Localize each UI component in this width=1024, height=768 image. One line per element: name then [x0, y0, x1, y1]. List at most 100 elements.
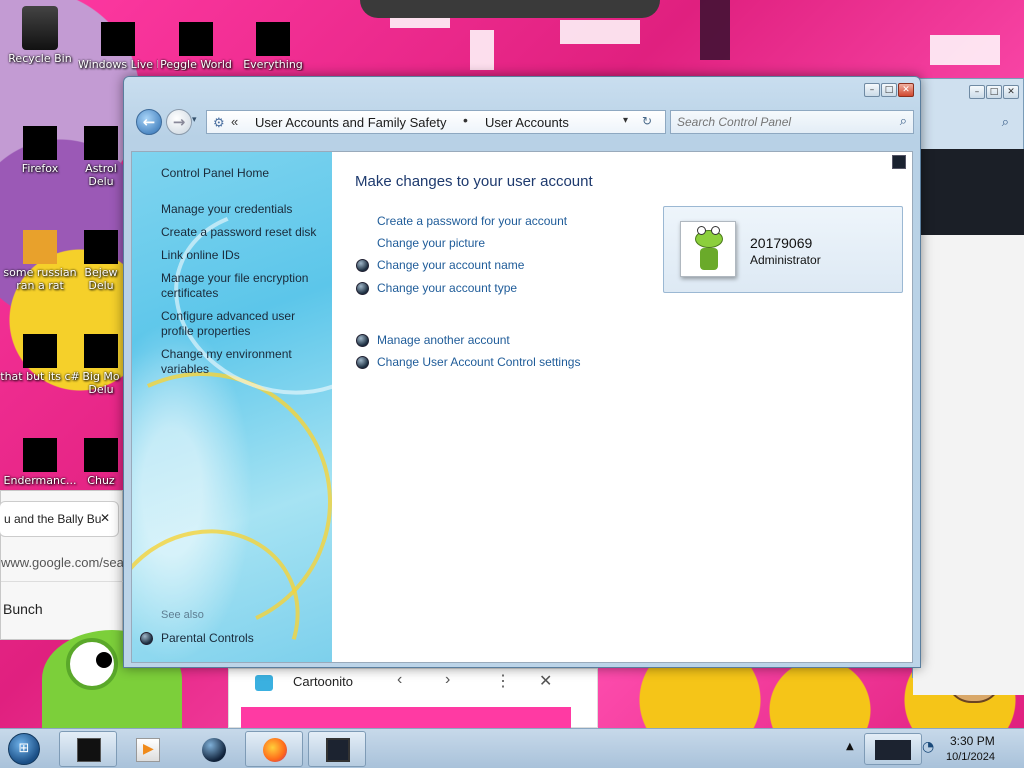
back-button[interactable]: ←: [136, 109, 162, 135]
forward-button[interactable]: →: [166, 109, 192, 135]
taskbar-button-media-player[interactable]: ▶: [118, 731, 176, 767]
desktop-icon-peggle-world[interactable]: Peggle World: [156, 22, 236, 71]
taskbar: ⊞ ▶ ▲ ◔ 3:30 PM 10/1/2024: [0, 728, 1024, 768]
game-icon: [84, 230, 118, 264]
desktop-icon-windows-live[interactable]: Windows Live Ma: [78, 22, 158, 71]
desktop-icon-firefox[interactable]: Firefox: [0, 126, 80, 175]
account-role: Administrator: [750, 253, 821, 267]
desktop-icon-recycle-bin[interactable]: Recycle Bin: [0, 6, 80, 65]
video-thumbnail-strip: [241, 707, 571, 728]
clock-time[interactable]: 3:30 PM: [950, 734, 995, 748]
configure-profile-properties-link[interactable]: Configure advanced user profile properti…: [161, 309, 326, 339]
desktop-icon-astrol[interactable]: Astrol Delu: [78, 126, 124, 188]
change-uac-settings-link[interactable]: Change User Account Control settings: [377, 355, 580, 369]
search-input[interactable]: [677, 114, 887, 130]
background-window-caption-buttons: – □ ✕: [969, 85, 1019, 99]
desktop-icon-bejeweled[interactable]: Bejew Delu: [78, 230, 124, 292]
window-caption-buttons: – □ ✕: [864, 83, 914, 97]
desktop-icon-label: Bejew Delu: [84, 266, 118, 292]
chevron-left-icon[interactable]: ‹: [397, 671, 402, 689]
black-window-icon: [77, 738, 101, 762]
desktop-icon-russian-rat[interactable]: some russian ran a rat: [0, 230, 80, 292]
parental-controls-link[interactable]: Parental Controls: [161, 631, 326, 646]
show-hidden-icons-icon[interactable]: ▲: [846, 741, 854, 752]
control-panel-home-link[interactable]: Control Panel Home: [161, 166, 326, 181]
parental-controls-shield-icon: [140, 632, 153, 645]
desktop-icon-endermanc[interactable]: Endermanc...: [0, 438, 80, 487]
browser-tab[interactable]: u and the Bally Bu ✕: [0, 501, 119, 537]
taskbar-button-firefox[interactable]: [245, 731, 303, 767]
maximize-button[interactable]: □: [881, 83, 897, 97]
taskbar-button-black-window[interactable]: [59, 731, 117, 767]
maximize-button[interactable]: □: [986, 85, 1002, 99]
frog-avatar-body: [700, 248, 718, 270]
browser-url[interactable]: www.google.com/sear: [1, 555, 128, 570]
left-navigation-pane: Control Panel Home Manage your credentia…: [132, 152, 332, 662]
close-icon[interactable]: ✕: [100, 511, 110, 525]
globe-icon: [202, 738, 226, 762]
close-button[interactable]: ✕: [1003, 85, 1019, 99]
desktop-icon-that-but-csharp[interactable]: that but its c#: [0, 334, 80, 383]
refresh-icon[interactable]: ↻: [642, 114, 652, 128]
minimize-button[interactable]: –: [864, 83, 880, 97]
create-password-link[interactable]: Create a password for your account: [377, 214, 567, 228]
change-account-name-link[interactable]: Change your account name: [377, 258, 524, 272]
minimize-button[interactable]: –: [969, 85, 985, 99]
link-online-ids-link[interactable]: Link online IDs: [161, 248, 326, 263]
control-panel-icon: ⚙: [213, 115, 225, 130]
manage-encryption-certificates-link[interactable]: Manage your file encryption certificates: [161, 271, 326, 301]
create-password-reset-disk-link[interactable]: Create a password reset disk: [161, 225, 326, 240]
more-options-icon[interactable]: ⋮: [495, 671, 511, 691]
change-environment-variables-link[interactable]: Change my environment variables: [161, 347, 326, 377]
wallpaper-pixel-art: [700, 0, 730, 60]
shield-globe-icon: [356, 356, 369, 369]
search-icon[interactable]: ⌕: [1002, 115, 1009, 130]
help-icon[interactable]: [892, 155, 906, 169]
tray-thumbnail-button[interactable]: [864, 733, 922, 765]
clock-date[interactable]: 10/1/2024: [946, 751, 995, 763]
page-title: Make changes to your user account: [355, 173, 593, 190]
desktop-icon-label: Recycle Bin: [8, 52, 72, 65]
manage-another-account-link[interactable]: Manage another account: [377, 333, 510, 347]
desktop-icon-chuzzle[interactable]: Chuz: [78, 438, 124, 487]
firefox-icon: [23, 126, 57, 160]
game-icon: [84, 438, 118, 472]
wallpaper-pixel-art: [560, 20, 640, 44]
change-account-type-link[interactable]: Change your account type: [377, 281, 517, 295]
media-player-icon: ▶: [136, 738, 160, 762]
recent-pages-chevron-down-icon[interactable]: ▾: [192, 115, 197, 125]
breadcrumb-user-accounts[interactable]: User Accounts: [485, 115, 569, 130]
shield-globe-icon: [356, 334, 369, 347]
start-button[interactable]: ⊞: [8, 733, 40, 765]
background-window-content: [913, 235, 1024, 695]
change-picture-link[interactable]: Change your picture: [377, 236, 485, 250]
account-picture[interactable]: [680, 221, 736, 277]
browser-search-text: Bunch: [3, 601, 43, 617]
search-box[interactable]: ⌕: [670, 110, 914, 134]
breadcrumb-user-accounts-family-safety[interactable]: User Accounts and Family Safety: [255, 115, 446, 130]
network-icon[interactable]: ◔: [922, 739, 934, 755]
manage-credentials-link[interactable]: Manage your credentials: [161, 202, 326, 217]
chevron-right-icon[interactable]: ›: [445, 671, 450, 689]
desktop-icon-big-money[interactable]: Big Mo Delu: [78, 334, 124, 396]
taskbar-button-monitor[interactable]: [308, 731, 366, 767]
close-icon[interactable]: ✕: [539, 671, 552, 691]
desktop-icon-label: Peggle World: [160, 58, 232, 71]
wallpaper-pixel-art: [470, 30, 494, 70]
system-tray: ▲ ◔ 3:30 PM 10/1/2024: [842, 729, 1024, 768]
breadcrumb-overflow-icon[interactable]: «: [231, 114, 238, 129]
main-pane: Make changes to your user account Create…: [332, 152, 912, 662]
windows-live-icon: [101, 22, 135, 56]
browser-tab-title: u and the Bally Bu: [4, 512, 102, 526]
taskbar-button-globe[interactable]: [184, 731, 242, 767]
close-button[interactable]: ✕: [898, 83, 914, 97]
user-accounts-window[interactable]: – □ ✕ ← → ▾ ⚙ « User Accounts and Family…: [123, 76, 921, 668]
desktop-icon-label: some russian ran a rat: [3, 266, 77, 292]
desktop-icon-everything[interactable]: Everything: [233, 22, 313, 71]
video-title: Cartoonito: [293, 674, 353, 689]
search-icon[interactable]: ⌕: [900, 114, 907, 129]
background-explorer-window[interactable]: – □ ✕ ⌕: [912, 78, 1024, 695]
address-dropdown-chevron-down-icon[interactable]: ▾: [623, 115, 628, 126]
shield-globe-icon: [356, 282, 369, 295]
address-bar[interactable]: ⚙ « User Accounts and Family Safety • Us…: [206, 110, 666, 134]
